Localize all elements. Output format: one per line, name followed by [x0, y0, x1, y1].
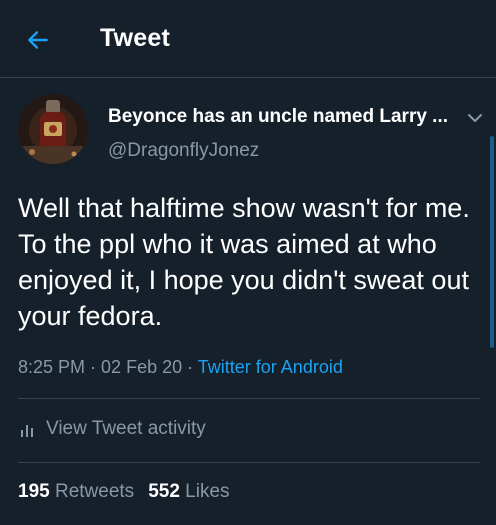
meta-separator: · — [85, 357, 102, 377]
retweets-stat[interactable]: 195 Retweets — [18, 481, 134, 502]
divider — [18, 398, 480, 399]
arrow-left-icon — [28, 31, 48, 49]
bar-chart-icon — [21, 425, 33, 437]
top-app-bar: Tweet — [0, 0, 496, 78]
view-tweet-activity-label: View Tweet activity — [46, 418, 206, 439]
author-name[interactable]: Beyonce has an uncle named Larry ... — [108, 106, 448, 128]
retweets-count: 195 — [18, 481, 50, 502]
page-title: Tweet — [100, 24, 170, 52]
tweet-text: Well that halftime show wasn't for me. T… — [18, 193, 470, 331]
retweets-label: Retweets — [54, 481, 135, 502]
divider — [18, 462, 480, 463]
tweet-stats: 195 Retweets 552 Likes — [18, 481, 230, 503]
view-tweet-activity-button[interactable]: View Tweet activity — [18, 418, 206, 440]
tweet-source-link[interactable]: Twitter for Android — [198, 357, 343, 377]
avatar[interactable] — [18, 94, 88, 164]
tweet-metadata: 8:25 PM · 02 Feb 20 · Twitter for Androi… — [18, 357, 343, 378]
tweet-date: 02 Feb 20 — [101, 357, 183, 377]
chevron-down-icon — [468, 114, 482, 122]
likes-stat[interactable]: 552 Likes — [148, 481, 229, 502]
back-button[interactable] — [20, 22, 56, 58]
tweet-time: 8:25 PM — [18, 357, 86, 377]
author-handle[interactable]: @DragonflyJonez — [108, 140, 259, 162]
scrollbar[interactable] — [490, 136, 494, 348]
likes-label: Likes — [185, 481, 230, 502]
more-options-button[interactable] — [463, 106, 487, 130]
avatar-photo — [18, 94, 88, 164]
tweet-detail-screen: Tweet Beyonce has an uncle named Larry .… — [0, 0, 496, 525]
meta-separator-2: · — [182, 357, 198, 377]
likes-count: 552 — [148, 481, 180, 502]
